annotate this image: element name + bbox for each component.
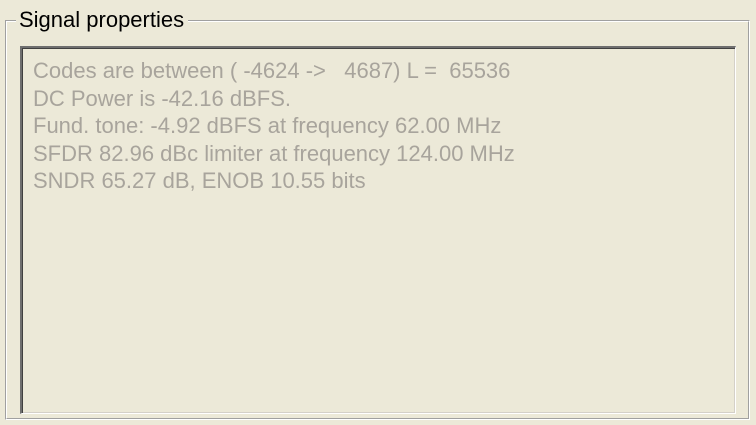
groupbox-title: Signal properties [16, 6, 189, 34]
fund-tone-line: Fund. tone: -4.92 dBFS at frequency 62.0… [33, 113, 502, 138]
sndr-enob-line: SNDR 65.27 dB, ENOB 10.55 bits [33, 168, 366, 193]
signal-properties-textarea[interactable]: Codes are between ( -4624 -> 4687) L = 6… [20, 46, 736, 414]
codes-range-line: Codes are between ( -4624 -> 4687) L = 6… [33, 58, 511, 83]
sfdr-line: SFDR 82.96 dBc limiter at frequency 124.… [33, 140, 515, 166]
dc-power-line: DC Power is -42.16 dBFS. [33, 85, 291, 111]
